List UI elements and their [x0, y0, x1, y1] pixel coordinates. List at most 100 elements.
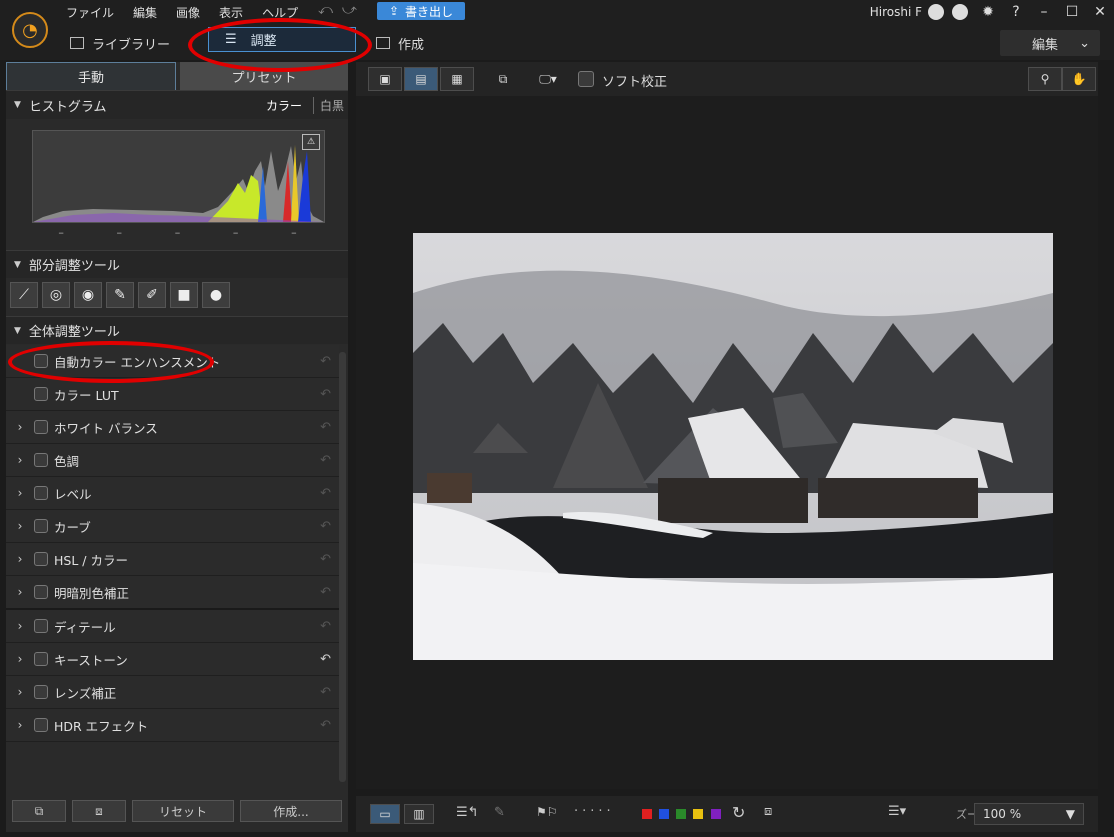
display-options-icon[interactable]: ☰▾: [888, 804, 906, 819]
chevron-right-icon[interactable]: ›: [6, 453, 34, 467]
global-tools-header[interactable]: ▼ 全体調整ツール: [6, 316, 348, 344]
tool-checkbox[interactable]: [34, 486, 48, 500]
compare-view-icon[interactable]: ⧈: [764, 804, 772, 819]
tool-checkbox[interactable]: [34, 585, 48, 599]
mode-create[interactable]: 作成: [376, 30, 424, 56]
tool-row[interactable]: › キーストーン ↶: [6, 643, 339, 676]
crop-tool-icon[interactable]: ⟋: [10, 282, 38, 308]
flag-icon[interactable]: ⚑⚐: [536, 805, 558, 819]
tool-checkbox[interactable]: [34, 387, 48, 401]
notification-bell-icon[interactable]: [952, 4, 968, 20]
preview-image[interactable]: [413, 233, 1053, 660]
color-label-yellow[interactable]: [693, 809, 704, 819]
color-label-green[interactable]: [676, 809, 687, 819]
tool-row[interactable]: › ホワイト バランス ↶: [6, 411, 339, 444]
tool-row[interactable]: › レベル ↶: [6, 477, 339, 510]
color-labels[interactable]: [642, 808, 724, 823]
reset-undo-icon[interactable]: ↶: [320, 685, 331, 700]
color-label-red[interactable]: [642, 809, 652, 819]
chevron-right-icon[interactable]: ›: [6, 420, 34, 434]
clipping-warning-icon[interactable]: ⚠: [302, 134, 320, 150]
color-label-blue[interactable]: [659, 809, 670, 819]
tool-row[interactable]: › 色調 ↶: [6, 444, 339, 477]
tool-checkbox[interactable]: [34, 652, 48, 666]
reset-undo-icon[interactable]: ↶: [320, 652, 331, 667]
settings-gear-icon[interactable]: ✹: [974, 4, 1002, 20]
single-view-icon[interactable]: ▭: [370, 804, 400, 824]
view-grid-icon[interactable]: ▦: [440, 67, 474, 91]
undo-icon[interactable]: ⤺: [318, 2, 333, 18]
rotate-icon[interactable]: ↻: [732, 803, 745, 822]
tab-manual[interactable]: 手動: [6, 62, 176, 90]
tool-checkbox[interactable]: [34, 519, 48, 533]
tool-checkbox[interactable]: [34, 619, 48, 633]
tool-row[interactable]: › 明暗別色補正 ↶: [6, 576, 339, 610]
account-icon[interactable]: [928, 4, 944, 20]
tool-checkbox[interactable]: [34, 420, 48, 434]
gradient-filter-icon[interactable]: ■: [170, 282, 198, 308]
reset-undo-icon[interactable]: ↶: [320, 486, 331, 501]
copy-settings-icon[interactable]: ⧉: [12, 800, 66, 822]
rating-stars[interactable]: ·····: [574, 804, 615, 819]
tool-checkbox[interactable]: [34, 685, 48, 699]
maximize-icon[interactable]: ☐: [1058, 4, 1086, 20]
reset-undo-icon[interactable]: ↶: [320, 552, 331, 567]
local-tools-header[interactable]: ▼ 部分調整ツール: [6, 250, 348, 278]
menu-image[interactable]: 画像: [176, 4, 209, 21]
chevron-right-icon[interactable]: ›: [6, 619, 34, 633]
paste-settings-icon[interactable]: ⧈: [72, 800, 126, 822]
reset-undo-icon[interactable]: ↶: [320, 519, 331, 534]
reset-button[interactable]: リセット: [132, 800, 234, 822]
red-eye-icon[interactable]: ◉: [74, 282, 102, 308]
reset-undo-icon[interactable]: ↶: [320, 718, 331, 733]
color-label-purple[interactable]: [710, 809, 721, 819]
menu-file[interactable]: ファイル: [66, 4, 123, 21]
radial-filter-icon[interactable]: ●: [202, 282, 230, 308]
histogram-color-toggle[interactable]: カラー: [266, 97, 302, 114]
reset-undo-icon[interactable]: ↶: [320, 453, 331, 468]
zoom-select[interactable]: 100 % ▼: [974, 803, 1084, 825]
reset-undo-icon[interactable]: ↶: [320, 387, 331, 402]
chevron-right-icon[interactable]: ›: [6, 718, 34, 732]
chevron-right-icon[interactable]: ›: [6, 585, 34, 599]
view-single-icon[interactable]: ▣: [368, 67, 402, 91]
tool-checkbox[interactable]: [34, 453, 48, 467]
edit-select[interactable]: 編集 ⌄: [1000, 30, 1100, 56]
panel-scrollbar[interactable]: [339, 352, 346, 782]
pen-icon[interactable]: ✎: [494, 805, 505, 820]
tool-checkbox[interactable]: [34, 552, 48, 566]
hand-tool-icon[interactable]: ✋: [1062, 67, 1096, 91]
chevron-right-icon[interactable]: ›: [6, 486, 34, 500]
reset-undo-icon[interactable]: ↶: [320, 354, 331, 369]
close-icon[interactable]: ✕: [1086, 4, 1114, 20]
menu-edit[interactable]: 編集: [133, 4, 166, 21]
reset-undo-icon[interactable]: ↶: [320, 585, 331, 600]
tool-row[interactable]: カラー LUT ↶: [6, 378, 339, 411]
redo-icon[interactable]: ⤻: [342, 2, 357, 18]
reset-undo-icon[interactable]: ↶: [320, 420, 331, 435]
menu-view[interactable]: 表示: [219, 4, 252, 21]
chevron-right-icon[interactable]: ›: [6, 652, 34, 666]
sort-icon[interactable]: ☰↰: [456, 805, 479, 820]
zoom-tool-icon[interactable]: ⚲: [1028, 67, 1062, 91]
chevron-right-icon[interactable]: ›: [6, 519, 34, 533]
view-compare-icon[interactable]: ▤: [404, 67, 438, 91]
tool-row[interactable]: › HSL / カラー ↶: [6, 543, 339, 576]
mode-library[interactable]: ライブラリー: [70, 30, 170, 56]
tool-row[interactable]: › ディテール ↶: [6, 610, 339, 643]
reset-undo-icon[interactable]: ↶: [320, 619, 331, 634]
spot-removal-icon[interactable]: ◎: [42, 282, 70, 308]
app-logo-icon[interactable]: ◔: [12, 12, 48, 48]
help-question-icon[interactable]: ?: [1002, 4, 1030, 20]
tool-row[interactable]: › HDR エフェクト ↶: [6, 709, 339, 742]
minimize-icon[interactable]: –: [1030, 4, 1058, 20]
chevron-right-icon[interactable]: ›: [6, 685, 34, 699]
brush-icon[interactable]: ✎: [106, 282, 134, 308]
chevron-right-icon[interactable]: ›: [6, 552, 34, 566]
rotate-view-icon[interactable]: ⧉: [490, 67, 516, 91]
soft-proof-checkbox[interactable]: [578, 71, 594, 87]
monitor-icon[interactable]: 🖵▾: [532, 67, 564, 91]
side-by-side-icon[interactable]: ▥: [404, 804, 434, 824]
tool-row[interactable]: › レンズ補正 ↶: [6, 676, 339, 709]
eraser-brush-icon[interactable]: ✐: [138, 282, 166, 308]
